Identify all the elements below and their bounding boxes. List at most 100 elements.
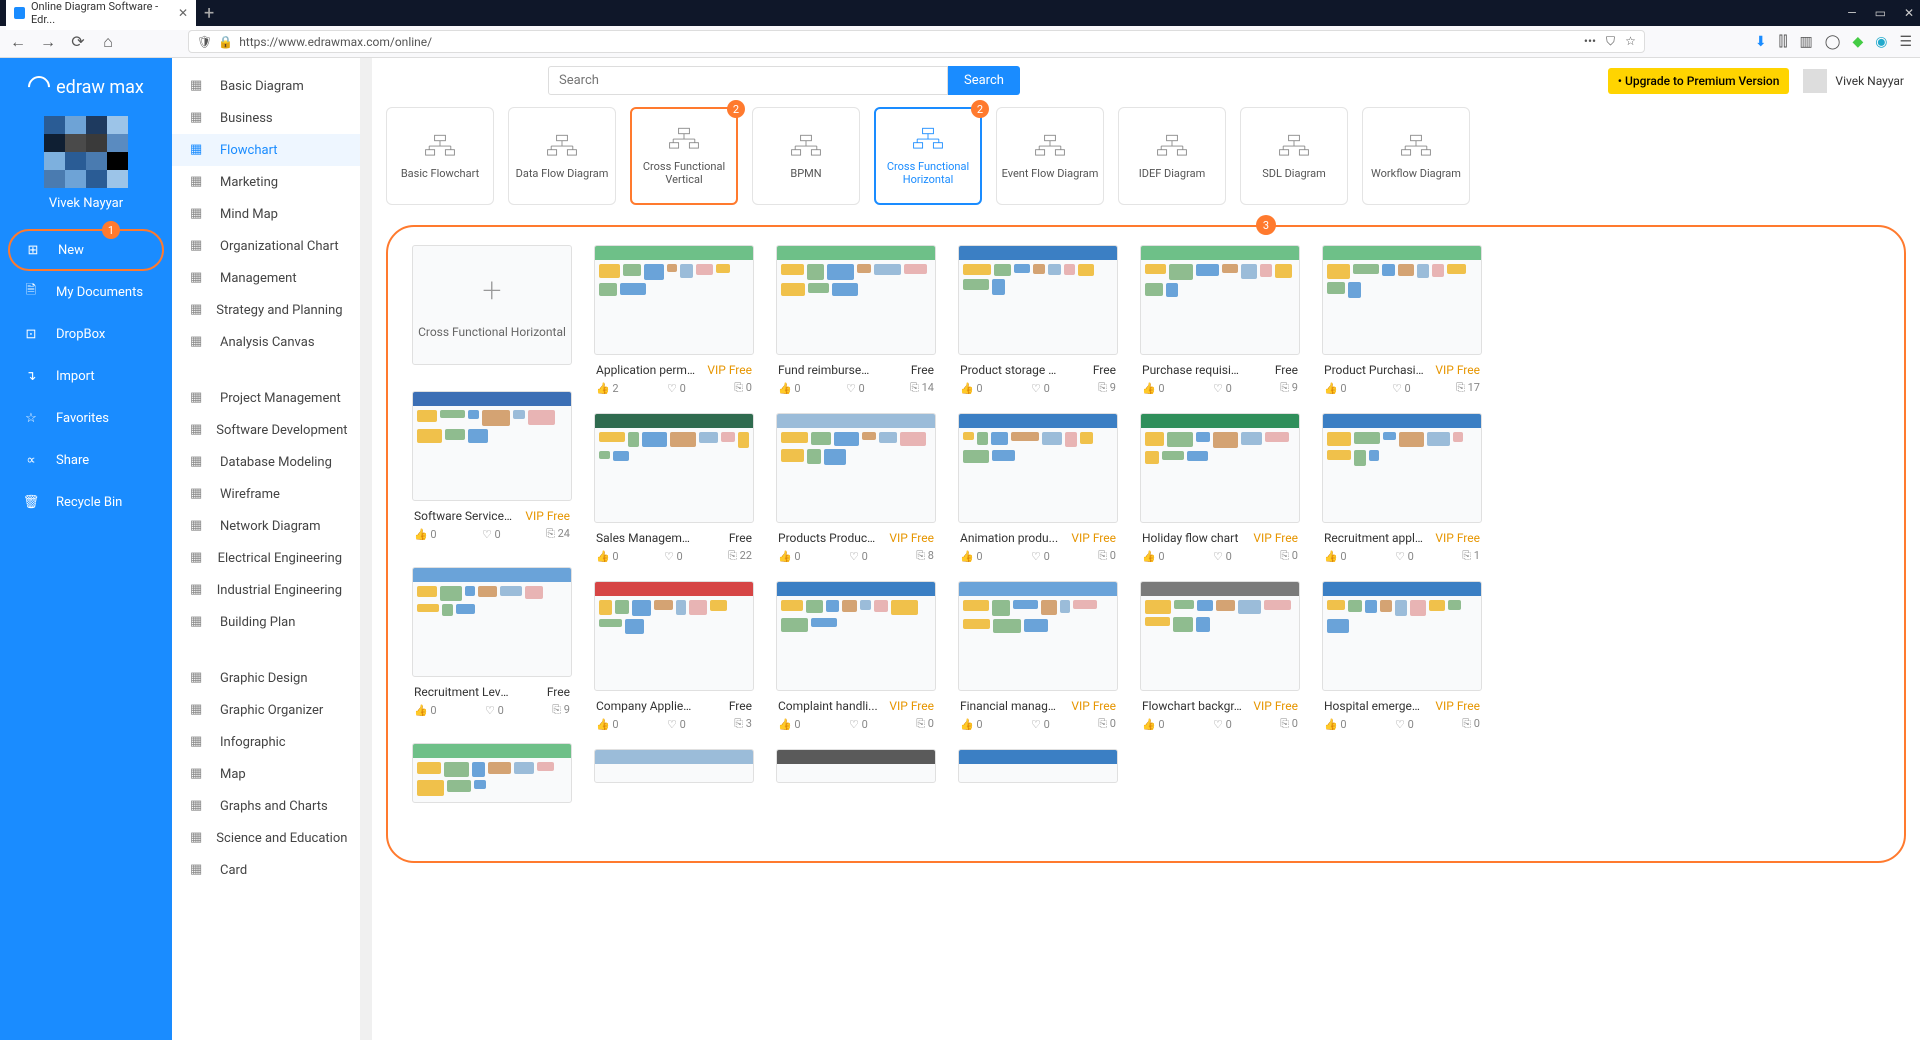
copy-stat[interactable]: ⎘ 0 <box>1280 717 1298 731</box>
type-sdl-diagram[interactable]: SDL Diagram <box>1240 107 1348 205</box>
user-chip[interactable]: Vivek Nayyar <box>1803 69 1904 93</box>
template-thumb[interactable] <box>958 581 1118 691</box>
like-stat[interactable]: 👍 0 <box>778 549 801 563</box>
like-stat[interactable]: 👍 0 <box>1142 549 1165 563</box>
category-database-modeling[interactable]: ▦Database Modeling <box>172 446 360 478</box>
sidebar-item-recycle-bin[interactable]: 🗑Recycle Bin <box>0 481 172 523</box>
copy-stat[interactable]: ⎘ 9 <box>1280 381 1298 395</box>
category-card[interactable]: ▦Card <box>172 854 360 886</box>
ext1-icon[interactable]: ◆ <box>1852 34 1863 50</box>
forward-icon[interactable]: → <box>38 32 58 52</box>
sidebar-item-my-documents[interactable]: 🗎My Documents <box>0 271 172 313</box>
type-data-flow-diagram[interactable]: Data Flow Diagram <box>508 107 616 205</box>
heart-stat[interactable]: ♡ 0 <box>664 549 683 563</box>
category-building-plan[interactable]: ▦Building Plan <box>172 606 360 638</box>
reader-icon[interactable]: ⛉ <box>1606 34 1615 49</box>
heart-stat[interactable]: ♡ 0 <box>1213 381 1232 395</box>
account-icon[interactable]: ◯ <box>1825 34 1841 50</box>
category-wireframe[interactable]: ▦Wireframe <box>172 478 360 510</box>
category-business[interactable]: ▦Business <box>172 102 360 134</box>
template-thumb[interactable] <box>412 567 572 677</box>
like-stat[interactable]: 👍 0 <box>1142 717 1165 731</box>
tab-close-icon[interactable]: ✕ <box>178 6 188 20</box>
template-thumb[interactable] <box>1322 245 1482 355</box>
category-mind-map[interactable]: ▦Mind Map <box>172 198 360 230</box>
like-stat[interactable]: 👍 0 <box>778 381 801 395</box>
template-thumb[interactable] <box>958 245 1118 355</box>
copy-stat[interactable]: ⎘ 14 <box>910 381 934 395</box>
template-thumb[interactable] <box>1140 581 1300 691</box>
heart-stat[interactable]: ♡ 0 <box>667 717 686 731</box>
type-cross-functional-horizontal[interactable]: Cross Functional Horizontal2 <box>874 107 982 205</box>
template-card[interactable]: Recruitment appli...VIP Free 👍 0 ♡ 0 ⎘ 1 <box>1322 413 1482 563</box>
back-icon[interactable]: ← <box>8 32 28 52</box>
template-card[interactable]: Company Applies To ...Free 👍 0 ♡ 0 ⎘ 3 <box>594 581 754 731</box>
more-icon[interactable]: ••• <box>1584 34 1596 49</box>
template-card[interactable]: Software Service ...VIP Free 👍 0 ♡ 0 ⎘ 2… <box>412 391 572 541</box>
template-card[interactable]: Application permi...VIP Free 👍 2 ♡ 0 ⎘ 0 <box>594 245 754 395</box>
address-bar[interactable]: 🛡 🔒 https://www.edrawmax.com/online/ •••… <box>188 30 1645 53</box>
template-thumb[interactable] <box>776 413 936 523</box>
heart-stat[interactable]: ♡ 0 <box>485 703 504 717</box>
template-thumb[interactable] <box>594 749 754 783</box>
copy-stat[interactable]: ⎘ 9 <box>1098 381 1116 395</box>
copy-stat[interactable]: ⎘ 8 <box>916 549 934 563</box>
like-stat[interactable]: 👍 2 <box>596 381 619 395</box>
heart-stat[interactable]: ♡ 0 <box>849 549 868 563</box>
like-stat[interactable]: 👍 0 <box>1324 549 1347 563</box>
sidebar-item-new[interactable]: ⊞New1 <box>8 229 164 271</box>
template-thumb[interactable] <box>594 245 754 355</box>
copy-stat[interactable]: ⎘ 0 <box>734 381 752 395</box>
category-strategy-and-planning[interactable]: ▦Strategy and Planning <box>172 294 360 326</box>
heart-stat[interactable]: ♡ 0 <box>1031 717 1050 731</box>
template-thumb[interactable] <box>776 245 936 355</box>
heart-stat[interactable]: ♡ 0 <box>1392 381 1411 395</box>
type-event-flow-diagram[interactable]: Event Flow Diagram <box>996 107 1104 205</box>
like-stat[interactable]: 👍 0 <box>1324 381 1347 395</box>
type-idef-diagram[interactable]: IDEF Diagram <box>1118 107 1226 205</box>
category-industrial-engineering[interactable]: ▦Industrial Engineering <box>172 574 360 606</box>
template-card[interactable] <box>776 749 936 783</box>
app-logo[interactable]: edraw max <box>28 68 144 110</box>
template-thumb[interactable] <box>594 581 754 691</box>
type-basic-flowchart[interactable]: Basic Flowchart <box>386 107 494 205</box>
like-stat[interactable]: 👍 0 <box>414 703 437 717</box>
template-thumb[interactable] <box>412 743 572 803</box>
category-graphic-organizer[interactable]: ▦Graphic Organizer <box>172 694 360 726</box>
like-stat[interactable]: 👍 0 <box>596 717 619 731</box>
copy-stat[interactable]: ⎘ 0 <box>1280 549 1298 563</box>
category-flowchart[interactable]: ▦Flowchart <box>172 134 360 166</box>
copy-stat[interactable]: ⎘ 22 <box>728 549 752 563</box>
menu-icon[interactable]: ☰ <box>1899 34 1912 50</box>
heart-stat[interactable]: ♡ 0 <box>1031 549 1050 563</box>
category-marketing[interactable]: ▦Marketing <box>172 166 360 198</box>
template-card[interactable] <box>412 743 572 803</box>
template-card[interactable]: Animation produ...VIP Free 👍 0 ♡ 0 ⎘ 0 <box>958 413 1118 563</box>
template-card[interactable]: Sales Management C...Free 👍 0 ♡ 0 ⎘ 22 <box>594 413 754 563</box>
template-card[interactable] <box>594 749 754 783</box>
browser-tab[interactable]: Online Diagram Software - Edr... ✕ <box>6 0 196 30</box>
sidebar-item-dropbox[interactable]: ⊡DropBox <box>0 313 172 355</box>
like-stat[interactable]: 👍 0 <box>1324 717 1347 731</box>
category-network-diagram[interactable]: ▦Network Diagram <box>172 510 360 542</box>
copy-stat[interactable]: ⎘ 1 <box>1462 549 1480 563</box>
like-stat[interactable]: 👍 0 <box>596 549 619 563</box>
template-card[interactable]: Product Purchasi...VIP Free 👍 0 ♡ 0 ⎘ 17 <box>1322 245 1482 395</box>
category-project-management[interactable]: ▦Project Management <box>172 382 360 414</box>
template-card[interactable]: Holiday flow chartVIP Free 👍 0 ♡ 0 ⎘ 0 <box>1140 413 1300 563</box>
copy-stat[interactable]: ⎘ 3 <box>734 717 752 731</box>
template-card[interactable]: Fund reimbursement ...Free 👍 0 ♡ 0 ⎘ 14 <box>776 245 936 395</box>
avatar[interactable] <box>44 116 128 188</box>
heart-stat[interactable]: ♡ 0 <box>1395 717 1414 731</box>
template-thumb[interactable] <box>776 749 936 783</box>
heart-stat[interactable]: ♡ 0 <box>482 527 501 541</box>
template-thumb[interactable] <box>958 413 1118 523</box>
category-software-development[interactable]: ▦Software Development <box>172 414 360 446</box>
category-graphs-and-charts[interactable]: ▦Graphs and Charts <box>172 790 360 822</box>
template-card[interactable]: Financial manage...VIP Free 👍 0 ♡ 0 ⎘ 0 <box>958 581 1118 731</box>
category-map[interactable]: ▦Map <box>172 758 360 790</box>
like-stat[interactable]: 👍 0 <box>1142 381 1165 395</box>
close-icon[interactable]: ✕ <box>1904 6 1914 20</box>
template-card[interactable]: Purchase requisition ...Free 👍 0 ♡ 0 ⎘ 9 <box>1140 245 1300 395</box>
minimize-icon[interactable]: — <box>1847 6 1856 20</box>
